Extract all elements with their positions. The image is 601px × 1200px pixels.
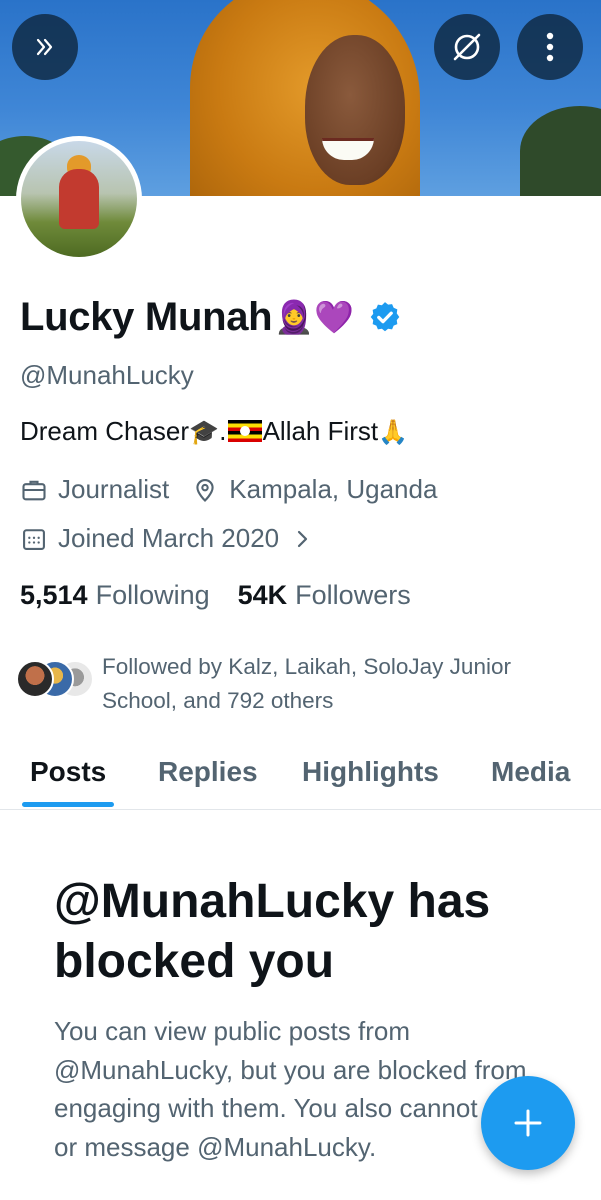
tab-media[interactable]: Media <box>491 756 570 788</box>
tab-highlights[interactable]: Highlights <box>302 756 439 788</box>
joined-text: Joined March 2020 <box>58 523 280 553</box>
tab-posts[interactable]: Posts <box>30 756 106 788</box>
compose-button[interactable] <box>481 1076 575 1170</box>
calendar-icon <box>23 528 45 550</box>
profile-location: Kampala, Uganda <box>191 474 437 505</box>
profile-tabs: Posts Replies Highlights Media <box>0 740 601 810</box>
expand-sidebar-button[interactable] <box>12 14 78 80</box>
follower-avatar <box>16 660 54 698</box>
name-emoji: 🧕💜 <box>274 298 354 336</box>
following-label: Following <box>95 580 210 610</box>
followers-link[interactable]: 54K Followers <box>238 580 411 611</box>
location-pin-icon <box>196 478 214 502</box>
briefcase-icon <box>22 480 46 500</box>
followed-by-text: Followed by Kalz, Laikah, SoloJay Junior… <box>102 654 511 713</box>
praying-hands-emoji: 🙏 <box>378 418 409 446</box>
more-options-button[interactable] <box>517 14 583 80</box>
category-text: Journalist <box>58 474 170 504</box>
eye-slash-icon <box>453 33 481 61</box>
following-count: 5,514 <box>20 580 88 610</box>
followers-count: 54K <box>237 580 288 610</box>
chevron-right-icon <box>298 530 308 547</box>
followers-label: Followers <box>295 580 411 610</box>
profile-name-row: Lucky Munah 🧕💜 <box>20 292 402 342</box>
avatar[interactable] <box>16 136 142 262</box>
joined-row[interactable]: Joined March 2020 <box>20 523 323 554</box>
following-link[interactable]: 5,514 Following <box>20 580 210 611</box>
more-vertical-icon <box>546 32 554 62</box>
active-tab-indicator <box>22 802 114 807</box>
verified-badge-icon[interactable] <box>368 300 402 334</box>
profile-bio: Dream Chaser🎓. Allah First🙏 <box>20 416 408 447</box>
uganda-flag-icon <box>227 420 262 442</box>
profile-meta-row: Journalist Kampala, Uganda <box>20 474 459 505</box>
profile-category: Journalist <box>20 474 169 505</box>
bio-text-2: Allah First <box>262 416 379 446</box>
location-text: Kampala, Uganda <box>229 474 438 504</box>
profile-name: Lucky Munah <box>20 294 273 339</box>
profile-handle: @MunahLucky <box>20 360 194 390</box>
plus-icon <box>514 1109 542 1137</box>
tab-replies[interactable]: Replies <box>158 756 258 788</box>
hide-media-button[interactable] <box>434 14 500 80</box>
bio-text-1: Dream Chaser <box>20 416 190 446</box>
double-chevron-right-icon <box>36 38 53 56</box>
blocked-title: @MunahLucky has blocked you <box>54 875 491 988</box>
graduation-cap-emoji: 🎓. <box>189 418 227 446</box>
follow-stats: 5,514 Following 54K Followers <box>20 580 439 611</box>
